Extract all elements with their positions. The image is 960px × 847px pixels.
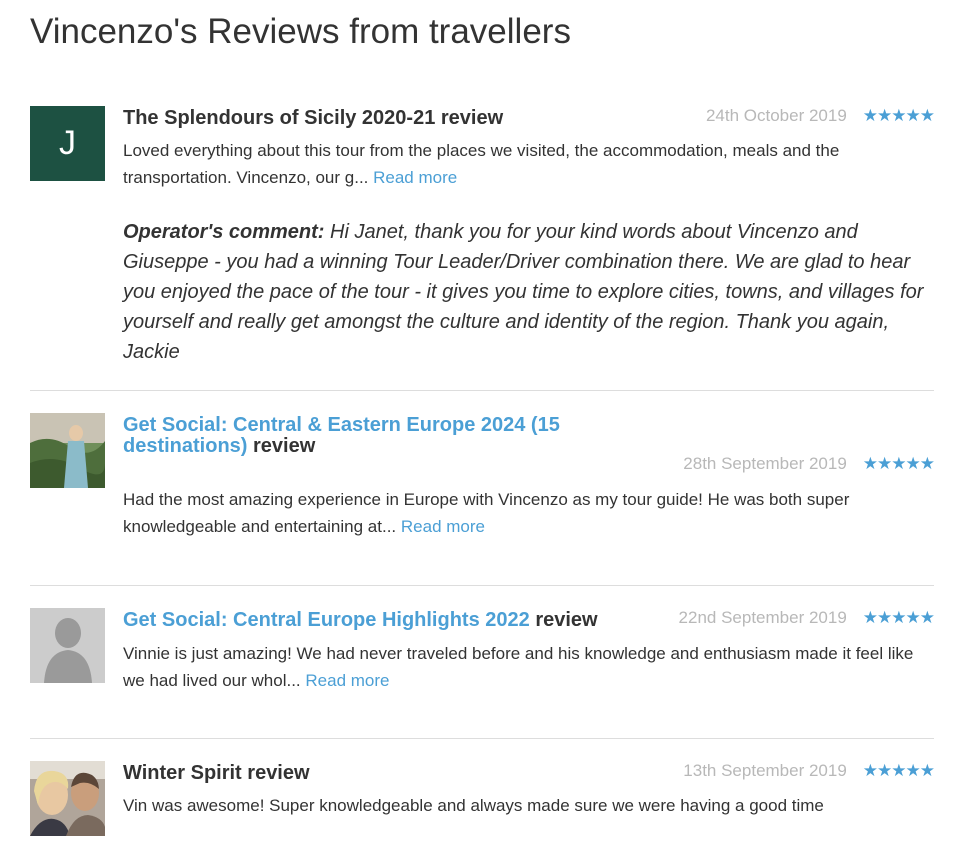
- divider: [30, 738, 934, 739]
- review-item: Get Social: Central Europe Highlights 20…: [30, 608, 935, 718]
- review-title: The Splendours of Sicily 2020-21 review: [123, 108, 503, 129]
- traveller-photo: [30, 413, 105, 488]
- review-date: 22nd September 2019: [678, 608, 847, 627]
- review-suffix: review: [535, 609, 598, 631]
- review-title: Get Social: Central Europe Highlights 20…: [123, 610, 598, 631]
- review-item: J The Splendours of Sicily 2020-21 revie…: [30, 106, 935, 376]
- review-suffix: review: [247, 762, 310, 784]
- page-title: Vincenzo's Reviews from travellers: [30, 12, 571, 51]
- divider: [30, 585, 934, 586]
- review-date: 24th October 2019: [705, 106, 847, 125]
- review-item: Winter Spirit review 13th September 2019…: [30, 761, 935, 841]
- reviews-page: Vincenzo's Reviews from travellers J The…: [0, 0, 960, 847]
- read-more-link[interactable]: Read more: [305, 671, 389, 690]
- star-rating: ★★★★★: [862, 106, 935, 125]
- review-text: Had the most amazing experience in Europ…: [123, 486, 934, 540]
- tour-name-link[interactable]: Get Social: Central Europe Highlights 20…: [123, 609, 530, 631]
- review-meta: 22nd September 2019 ★★★★★: [678, 608, 935, 628]
- review-title: Winter Spirit review: [123, 763, 310, 784]
- review-excerpt: Loved everything about this tour from th…: [123, 141, 840, 187]
- avatar: [30, 761, 105, 836]
- tour-name-link[interactable]: Get Social: Central & Eastern Europe 202…: [123, 414, 560, 457]
- review-title: Get Social: Central & Eastern Europe 202…: [123, 415, 603, 457]
- read-more-link[interactable]: Read more: [373, 168, 457, 187]
- avatar: [30, 608, 105, 683]
- review-meta: 24th October 2019 ★★★★★: [705, 106, 935, 126]
- review-excerpt: Vinnie is just amazing! We had never tra…: [123, 644, 914, 690]
- review-excerpt: Had the most amazing experience in Europ…: [123, 490, 850, 536]
- operator-comment: Operator's comment: Hi Janet, thank you …: [123, 217, 938, 367]
- review-text: Vinnie is just amazing! We had never tra…: [123, 640, 934, 694]
- review-text: Loved everything about this tour from th…: [123, 137, 934, 191]
- star-rating: ★★★★★: [862, 608, 935, 627]
- review-text: Vin was awesome! Super knowledgeable and…: [123, 792, 934, 819]
- review-excerpt: Vin was awesome! Super knowledgeable and…: [123, 796, 824, 815]
- tour-name: The Splendours of Sicily 2020-21: [123, 107, 436, 129]
- review-date: 13th September 2019: [683, 761, 847, 780]
- default-avatar-icon: [30, 608, 105, 683]
- review-meta: 28th September 2019 ★★★★★: [683, 454, 935, 474]
- review-suffix: review: [440, 107, 504, 129]
- avatar: [30, 413, 105, 488]
- read-more-link[interactable]: Read more: [401, 517, 485, 536]
- tour-name: Winter Spirit: [123, 762, 242, 784]
- star-rating: ★★★★★: [862, 454, 935, 473]
- review-date: 28th September 2019: [683, 454, 847, 473]
- divider: [30, 390, 934, 391]
- review-item: Get Social: Central & Eastern Europe 202…: [30, 413, 935, 563]
- review-suffix: review: [253, 435, 316, 457]
- traveller-photo: [30, 761, 105, 836]
- star-rating: ★★★★★: [862, 761, 935, 780]
- review-meta: 13th September 2019 ★★★★★: [683, 761, 935, 781]
- avatar: J: [30, 106, 105, 181]
- operator-comment-label: Operator's comment:: [123, 221, 325, 243]
